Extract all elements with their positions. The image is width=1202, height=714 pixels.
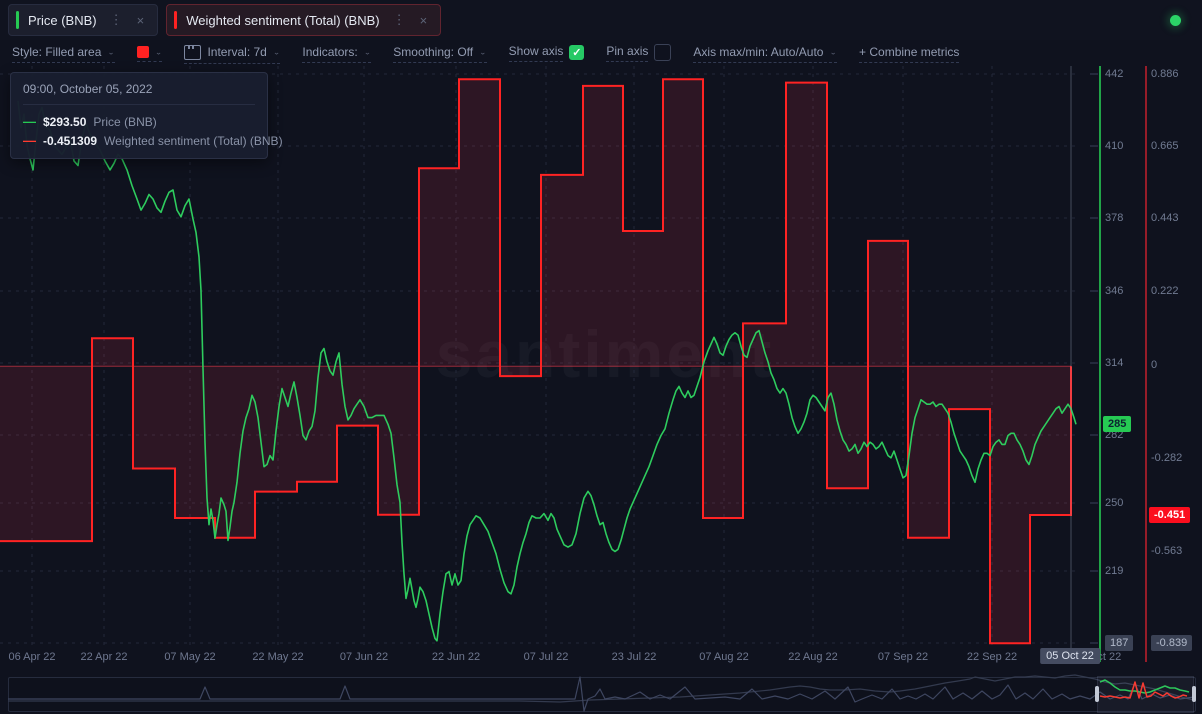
sentiment-axis-tick: 0.443 <box>1151 212 1179 224</box>
selection-left-handle[interactable] <box>1095 686 1099 702</box>
price-axis-tick: 219 <box>1105 565 1123 577</box>
tooltip-sentiment-metric: Weighted sentiment (Total) (BNB) <box>104 134 283 148</box>
x-axis-date-label: 22 Apr 22 <box>80 651 127 663</box>
navigator-selection-window[interactable] <box>1097 676 1194 713</box>
tooltip-sentiment-value: -0.451309 <box>43 134 97 148</box>
x-axis-date-label: 22 May 22 <box>252 651 303 663</box>
chart-area[interactable]: santiment 4424103783463142822502191870.8… <box>0 0 1202 714</box>
tooltip-price-row: — $293.50 Price (BNB) <box>23 114 255 129</box>
price-axis-tick: 314 <box>1105 357 1123 369</box>
hover-tooltip: 09:00, October 05, 2022 — $293.50 Price … <box>10 72 268 159</box>
tooltip-datetime: 09:00, October 05, 2022 <box>23 82 255 105</box>
tooltip-price-value: $293.50 <box>43 115 86 129</box>
selection-right-handle[interactable] <box>1192 686 1196 702</box>
price-last-value-badge: 285 <box>1103 416 1131 432</box>
x-axis-date-label: 07 Sep 22 <box>878 651 928 663</box>
tooltip-price-metric: Price (BNB) <box>93 115 156 129</box>
sentiment-axis-tick: -0.563 <box>1151 545 1182 557</box>
price-axis-tick: 378 <box>1105 212 1123 224</box>
price-axis-tick: 442 <box>1105 68 1123 80</box>
price-legend-dash: — <box>23 114 36 129</box>
sentiment-axis-tick: -0.839 <box>1151 635 1192 651</box>
crosshair-date-badge: 05 Oct 22 <box>1040 648 1100 664</box>
x-axis-date-label: 07 Aug 22 <box>699 651 749 663</box>
sentiment-axis-tick: 0.665 <box>1151 140 1179 152</box>
sentiment-axis-tick: 0.886 <box>1151 68 1179 80</box>
sentiment-axis-tick: -0.282 <box>1151 452 1182 464</box>
sentiment-axis-tick: 0.222 <box>1151 285 1179 297</box>
price-axis-tick: 250 <box>1105 497 1123 509</box>
santiment-chart-app: Price (BNB) ⋮ × Weighted sentiment (Tota… <box>0 0 1202 714</box>
sentiment-last-value-badge: -0.451 <box>1149 507 1190 523</box>
price-axis-tick: 346 <box>1105 285 1123 297</box>
x-axis-date-label: 07 Jul 22 <box>524 651 569 663</box>
x-axis-date-label: 22 Aug 22 <box>788 651 838 663</box>
x-axis-date-label: 06 Apr 22 <box>8 651 55 663</box>
x-axis-date-label: 22 Sep 22 <box>967 651 1017 663</box>
x-axis-date-label: 22 Jun 22 <box>432 651 480 663</box>
x-axis-date-label: 07 May 22 <box>164 651 215 663</box>
tooltip-sentiment-row: — -0.451309 Weighted sentiment (Total) (… <box>23 133 255 148</box>
x-axis-date-label: 07 Jun 22 <box>340 651 388 663</box>
price-axis-tick: 410 <box>1105 140 1123 152</box>
sentiment-axis-tick: 0 <box>1151 359 1157 371</box>
navigator-sparklines <box>0 670 1202 714</box>
sentiment-legend-dash: — <box>23 133 36 148</box>
x-axis-date-label: 23 Jul 22 <box>612 651 657 663</box>
price-axis-tick: 187 <box>1105 635 1133 651</box>
